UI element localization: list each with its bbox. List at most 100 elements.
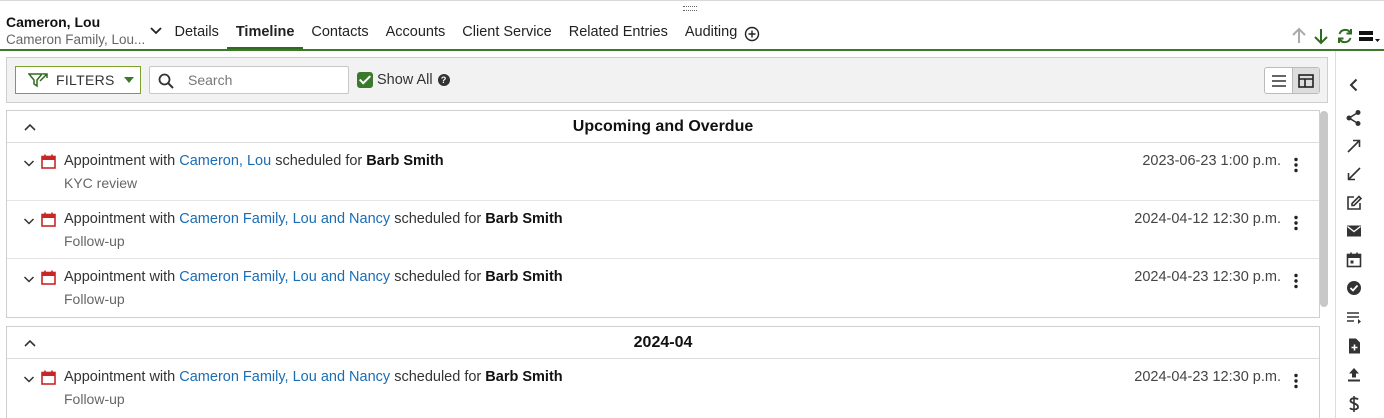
show-all-toggle[interactable]: Show All ? (357, 72, 450, 88)
show-all-checkbox[interactable] (357, 72, 373, 88)
entry-note: KYC review (64, 175, 138, 191)
tab-details[interactable]: Details (166, 18, 227, 50)
calendar-icon (41, 154, 56, 169)
search-input[interactable] (188, 70, 338, 90)
collapse-icon[interactable] (1345, 165, 1363, 183)
more-options-icon[interactable] (1289, 373, 1303, 389)
chevron-down-icon[interactable] (23, 373, 35, 385)
assigned-person: Barb Smith (485, 269, 563, 285)
entry-summary: Appointment with Cameron, Lou scheduled … (64, 153, 444, 169)
tab-client-service[interactable]: Client Service (454, 18, 560, 50)
filters-button[interactable]: FILTERS (15, 66, 141, 94)
client-timeline-view: Cameron, Lou Cameron Family, Lou... Deta… (0, 0, 1384, 418)
calendar-icon (41, 270, 56, 285)
view-toggle (1264, 67, 1320, 94)
tab-contacts[interactable]: Contacts (303, 18, 377, 50)
layout-menu-icon[interactable] (1358, 26, 1382, 46)
resize-grip[interactable] (683, 6, 697, 11)
entry-prefix: Appointment with (64, 153, 176, 169)
upload-icon[interactable] (1345, 366, 1363, 384)
timeline-entry[interactable]: Appointment with Cameron Family, Lou and… (7, 259, 1319, 317)
entry-date: 2024-04-23 12:30 p.m. (1134, 369, 1281, 385)
assigned-person: Barb Smith (366, 153, 444, 169)
group-header: 2024-04 (7, 327, 1319, 359)
client-header: Cameron, Lou Cameron Family, Lou... (6, 14, 148, 47)
entry-middle: scheduled for (394, 211, 482, 227)
assigned-person: Barb Smith (485, 369, 563, 385)
assigned-person: Barb Smith (485, 211, 563, 227)
entry-date: 2024-04-23 12:30 p.m. (1134, 269, 1281, 285)
arrow-down-icon[interactable] (1312, 26, 1330, 46)
search-icon (158, 73, 174, 89)
entry-prefix: Appointment with (64, 369, 176, 385)
entry-date: 2024-04-12 12:30 p.m. (1134, 211, 1281, 227)
client-subtitle: Cameron Family, Lou... (6, 32, 146, 47)
mail-icon[interactable] (1345, 222, 1363, 240)
entry-prefix: Appointment with (64, 269, 176, 285)
tab-auditing[interactable]: Auditing (676, 18, 745, 50)
chevron-down-icon[interactable] (23, 157, 35, 169)
add-tab-icon[interactable] (744, 26, 760, 42)
list-view-icon (1271, 74, 1286, 87)
group-title: Upcoming and Overdue (572, 118, 754, 135)
table-view-icon (1298, 73, 1314, 88)
table-view-button[interactable] (1292, 68, 1319, 93)
entry-middle: scheduled for (394, 369, 482, 385)
playlist-add-icon[interactable] (1345, 308, 1363, 326)
dollar-icon[interactable] (1345, 395, 1363, 413)
action-rail (1335, 51, 1384, 418)
more-options-icon[interactable] (1289, 273, 1303, 289)
timeline-entry[interactable]: Appointment with Cameron Family, Lou and… (7, 201, 1319, 259)
chevron-down-icon[interactable] (148, 24, 164, 38)
help-icon[interactable]: ? (437, 74, 450, 86)
calendar-icon (41, 370, 56, 385)
filters-label: FILTERS (56, 72, 115, 88)
entry-prefix: Appointment with (64, 211, 176, 227)
tab-bar: Details Timeline Contacts Accounts Clien… (166, 18, 746, 50)
chevron-down-icon[interactable] (23, 273, 35, 285)
tab-related-entries[interactable]: Related Entries (560, 18, 676, 50)
chevron-left-icon[interactable] (1345, 76, 1363, 94)
client-name: Cameron, Lou (6, 14, 101, 30)
entry-summary: Appointment with Cameron Family, Lou and… (64, 369, 563, 385)
calendar-icon[interactable] (1345, 251, 1363, 269)
entry-summary: Appointment with Cameron Family, Lou and… (64, 211, 563, 227)
more-options-icon[interactable] (1289, 157, 1303, 173)
client-link[interactable]: Cameron Family, Lou and Nancy (179, 269, 390, 285)
top-border (0, 0, 1384, 1)
timeline-group-month: 2024-04 Appointment with Cameron Family,… (6, 326, 1320, 418)
client-link[interactable]: Cameron Family, Lou and Nancy (179, 369, 390, 385)
edit-icon[interactable] (1345, 194, 1363, 212)
refresh-icon[interactable] (1336, 26, 1354, 46)
header-divider (0, 49, 1384, 51)
list-view-button[interactable] (1265, 68, 1292, 93)
caret-down-icon (123, 77, 134, 83)
group-header: Upcoming and Overdue (7, 111, 1319, 143)
calendar-icon (41, 212, 56, 227)
search-box[interactable] (149, 66, 349, 94)
more-options-icon[interactable] (1289, 215, 1303, 231)
share-icon[interactable] (1345, 109, 1363, 127)
timeline-entry[interactable]: Appointment with Cameron, Lou scheduled … (7, 143, 1319, 201)
entry-note: Follow-up (64, 233, 125, 249)
timeline-toolbar: FILTERS Show All ? (6, 57, 1328, 103)
chevron-down-icon[interactable] (23, 215, 35, 227)
entry-note: Follow-up (64, 291, 125, 307)
client-link[interactable]: Cameron Family, Lou and Nancy (179, 211, 390, 227)
show-all-label: Show All (377, 72, 433, 88)
check-circle-icon[interactable] (1345, 279, 1363, 297)
group-title: 2024-04 (633, 334, 693, 351)
arrow-up-icon[interactable] (1290, 26, 1308, 46)
filter-icon (28, 73, 48, 88)
expand-icon[interactable] (1345, 137, 1363, 155)
timeline-entry[interactable]: Appointment with Cameron Family, Lou and… (7, 359, 1319, 417)
tab-accounts[interactable]: Accounts (377, 18, 454, 50)
tab-timeline[interactable]: Timeline (227, 18, 303, 50)
entry-middle: scheduled for (394, 269, 482, 285)
new-document-icon[interactable] (1345, 337, 1363, 355)
client-link[interactable]: Cameron, Lou (179, 153, 271, 169)
vertical-scrollbar[interactable] (1320, 111, 1328, 307)
entry-note: Follow-up (64, 391, 125, 407)
timeline-group-upcoming: Upcoming and Overdue Appointment with Ca… (6, 110, 1320, 318)
entry-summary: Appointment with Cameron Family, Lou and… (64, 269, 563, 285)
